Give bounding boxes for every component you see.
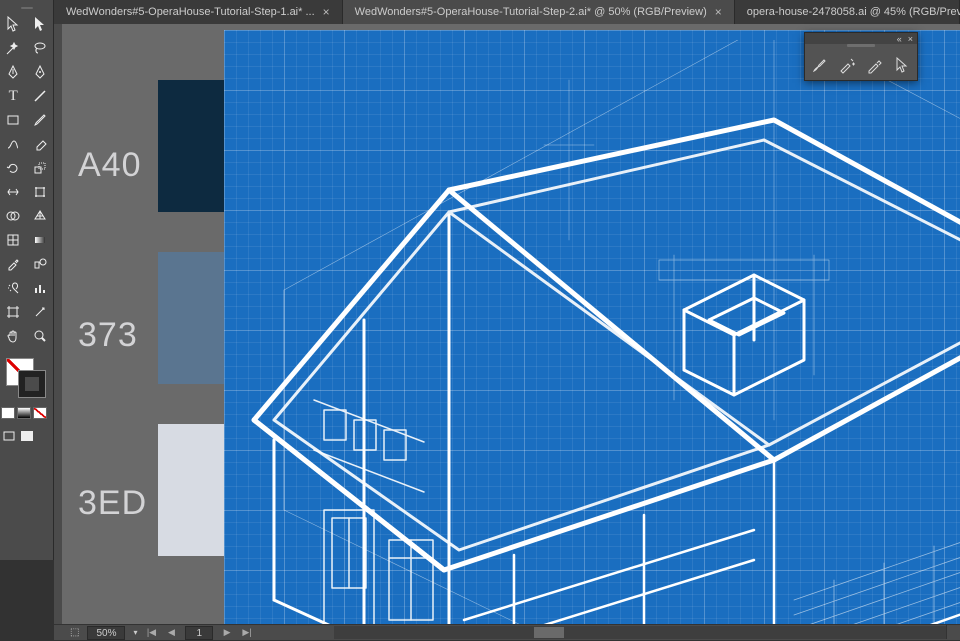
color-swatch[interactable] <box>158 80 224 212</box>
close-icon[interactable]: × <box>715 5 722 19</box>
pencil-brush-icon[interactable] <box>864 56 886 74</box>
nav-last-artboard[interactable]: ▶| <box>241 627 253 639</box>
color-swatch[interactable] <box>158 424 224 556</box>
fill-stroke-swatch[interactable] <box>0 354 53 406</box>
house-blueprint-art <box>224 40 960 624</box>
document-tab[interactable]: WedWonders#5-OperaHouse-Tutorial-Step-2.… <box>343 0 735 24</box>
screen-mode-normal[interactable] <box>0 424 18 448</box>
artboard-number-field[interactable]: 1 <box>185 626 213 640</box>
shape-builder-tool[interactable] <box>0 204 27 228</box>
scrollbar-thumb[interactable] <box>534 627 564 638</box>
paintbrush-tool[interactable] <box>27 108 54 132</box>
screen-mode-full[interactable] <box>18 424 36 448</box>
scroll-corner <box>946 625 960 639</box>
direct-selection-tool[interactable] <box>27 12 54 36</box>
eraser-tool[interactable] <box>27 132 54 156</box>
column-graph-tool[interactable] <box>27 276 54 300</box>
none-mode-icon[interactable] <box>33 407 47 419</box>
lasso-tool[interactable] <box>27 36 54 60</box>
perspective-grid-tool[interactable] <box>27 204 54 228</box>
eyedropper-tool[interactable] <box>0 252 27 276</box>
status-bar: ⬚ 50% ▾ |◀ ◀ 1 ▶ ▶| Adobe Eyedropper Too… <box>54 624 960 640</box>
brushes-floating-panel[interactable]: « × <box>804 32 918 81</box>
close-icon[interactable]: × <box>908 34 913 44</box>
arrow-cursor-icon[interactable] <box>892 56 914 74</box>
gradient-mode-icon[interactable] <box>17 407 31 419</box>
swatch-hex-label: 373 <box>78 316 138 355</box>
tab-label: opera-house-2478058.ai @ 45% (RGB/Previe… <box>747 6 960 18</box>
document-tab[interactable]: WedWonders#5-OperaHouse-Tutorial-Step-1.… <box>54 0 343 24</box>
canvas-area: A40 373 3ED <box>54 24 960 624</box>
color-swatches-column <box>158 80 224 568</box>
hand-tool[interactable] <box>0 324 27 348</box>
color-swatch[interactable] <box>158 252 224 384</box>
slice-tool[interactable] <box>27 300 54 324</box>
panel-grip[interactable] <box>847 44 875 47</box>
add-brush-icon[interactable] <box>837 56 859 74</box>
tab-label: WedWonders#5-OperaHouse-Tutorial-Step-1.… <box>66 6 315 18</box>
rotate-tool[interactable] <box>0 156 27 180</box>
document-tab-bar: WedWonders#5-OperaHouse-Tutorial-Step-1.… <box>54 0 960 24</box>
zoom-level-dropdown[interactable]: 50% <box>87 626 125 640</box>
curvature-tool[interactable] <box>27 60 54 84</box>
screen-mode-icon[interactable]: ⬚ <box>70 627 79 638</box>
pasteboard[interactable]: A40 373 3ED <box>62 24 960 624</box>
rectangle-tool[interactable] <box>0 108 27 132</box>
panel-grip[interactable] <box>0 4 53 12</box>
panel-header[interactable]: « × <box>805 33 917 44</box>
mesh-tool[interactable] <box>0 228 27 252</box>
tools-panel: T <box>0 0 54 560</box>
collapse-icon[interactable]: « <box>897 34 902 44</box>
width-tool[interactable] <box>0 180 27 204</box>
calligraphic-brush-icon[interactable] <box>809 56 831 74</box>
artboard-tool[interactable] <box>0 300 27 324</box>
nav-prev-artboard[interactable]: ◀ <box>165 627 177 639</box>
selection-tool[interactable] <box>0 12 27 36</box>
artboard-blueprint[interactable] <box>224 30 960 624</box>
type-tool[interactable]: T <box>0 84 27 108</box>
zoom-tool[interactable] <box>27 324 54 348</box>
shaper-tool[interactable] <box>0 132 27 156</box>
line-segment-tool[interactable] <box>27 84 54 108</box>
swatch-hex-label: A40 <box>78 146 142 185</box>
nav-first-artboard[interactable]: |◀ <box>145 627 157 639</box>
close-icon[interactable]: × <box>323 5 330 19</box>
magic-wand-tool[interactable] <box>0 36 27 60</box>
scale-tool[interactable] <box>27 156 54 180</box>
tab-label: WedWonders#5-OperaHouse-Tutorial-Step-2.… <box>355 6 707 18</box>
document-tab[interactable]: opera-house-2478058.ai @ 45% (RGB/Previe… <box>735 0 960 24</box>
horizontal-scrollbar[interactable] <box>334 626 946 639</box>
pen-tool[interactable] <box>0 60 27 84</box>
color-mode-icon[interactable] <box>1 407 15 419</box>
free-transform-tool[interactable] <box>27 180 54 204</box>
blend-tool[interactable] <box>27 252 54 276</box>
swatch-hex-label: 3ED <box>78 484 147 523</box>
symbol-sprayer-tool[interactable] <box>0 276 27 300</box>
gradient-tool[interactable] <box>27 228 54 252</box>
nav-next-artboard[interactable]: ▶ <box>221 627 233 639</box>
stroke-swatch[interactable] <box>18 370 46 398</box>
